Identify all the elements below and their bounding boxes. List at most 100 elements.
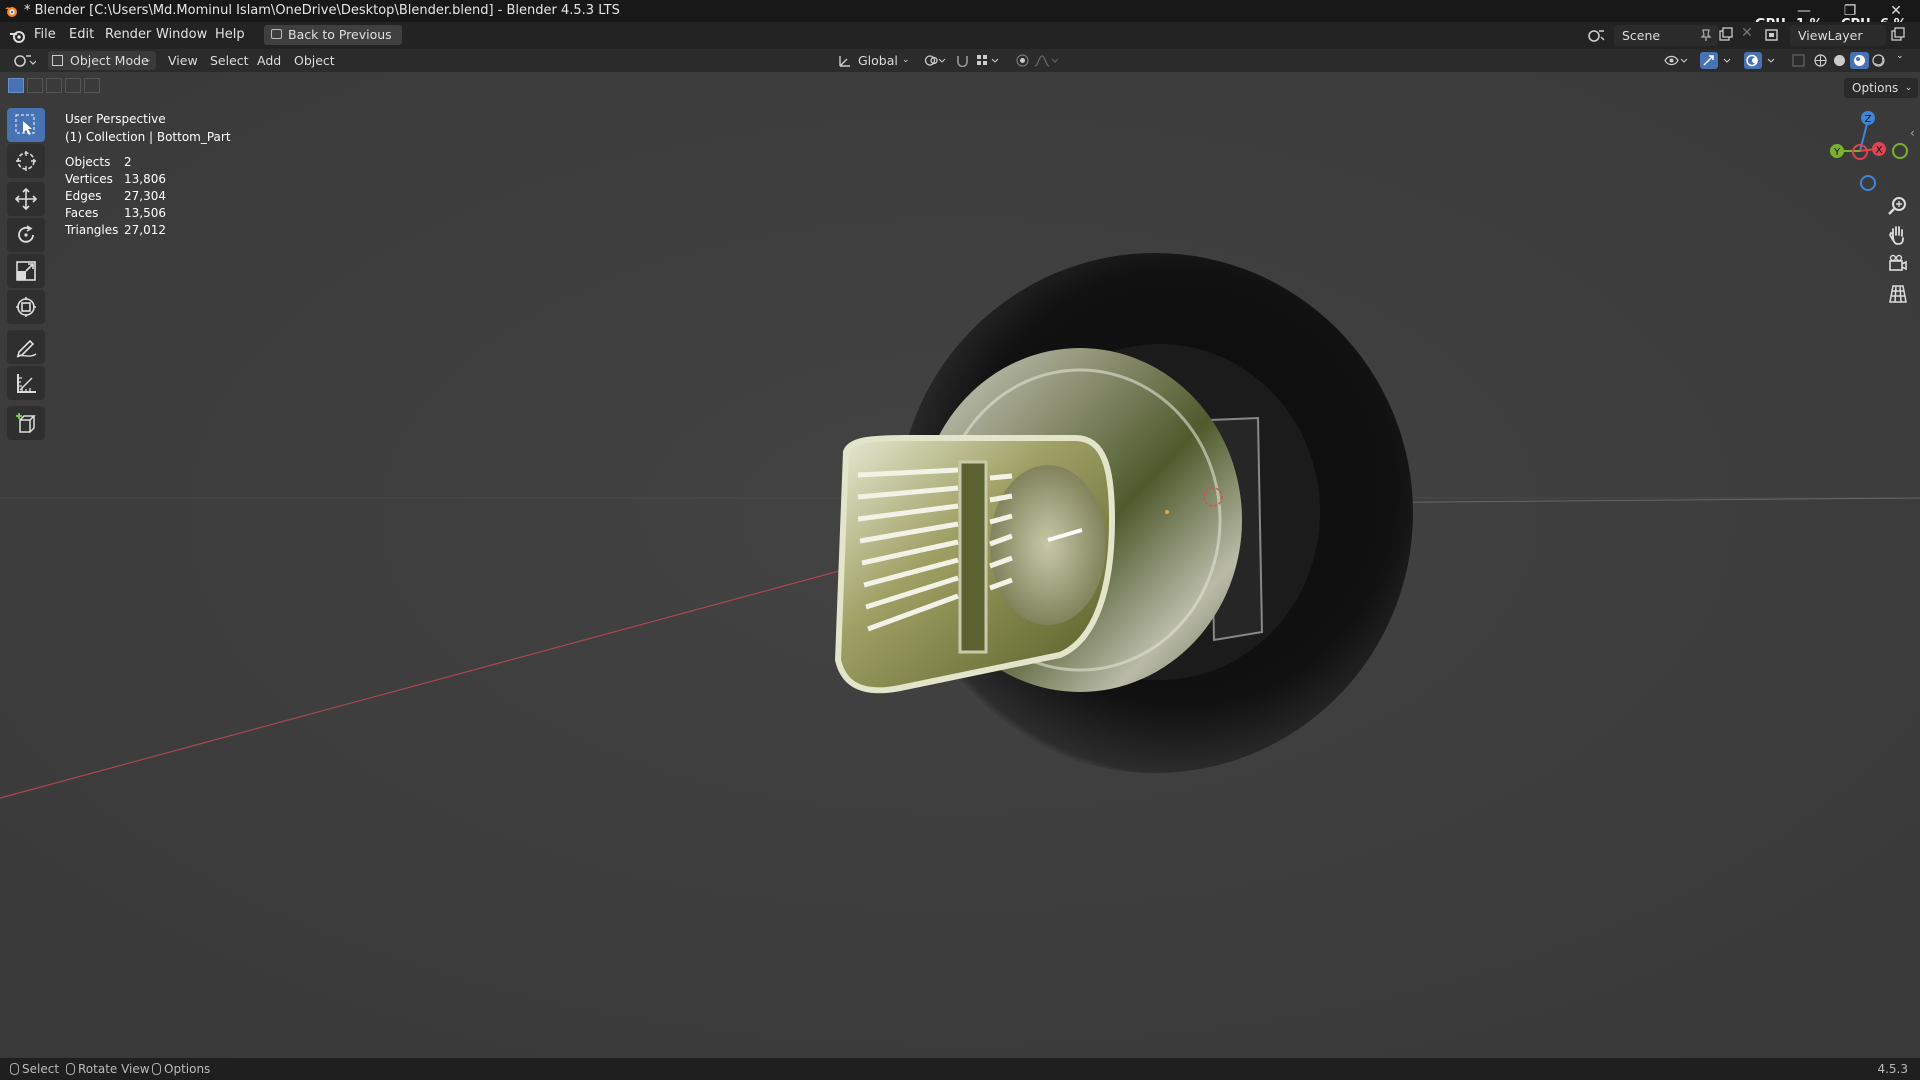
active-collection-label: (1) Collection | Bottom_Part (65, 130, 231, 144)
move-icon (15, 188, 37, 210)
transform-orientation-dropdown[interactable]: Global ⌄ (838, 51, 914, 70)
toggle-perspective-button[interactable] (1884, 280, 1912, 308)
menu-render[interactable]: Render (105, 27, 151, 42)
falloff-icon[interactable] (1034, 54, 1060, 67)
version-label: 4.5.3 (1877, 1062, 1908, 1076)
status-select-label: Select (22, 1062, 60, 1076)
measure-tool[interactable] (7, 366, 45, 400)
stat-value: 27,304 (124, 189, 166, 203)
camera-view-button[interactable] (1884, 250, 1912, 278)
stat-value: 13,506 (124, 206, 166, 220)
rotate-tool[interactable] (7, 218, 45, 252)
scene-icon[interactable] (1586, 27, 1606, 43)
mouse-middle-icon (66, 1063, 75, 1075)
annotate-tool[interactable] (7, 330, 45, 364)
status-options-label: Options (164, 1062, 211, 1076)
orientation-icon (839, 56, 850, 67)
menu-select[interactable]: Select (210, 51, 249, 70)
overlays-toggle-icon[interactable] (1744, 52, 1780, 69)
stat-label: Triangles (65, 223, 119, 237)
select-extend-icon[interactable] (27, 78, 43, 93)
zoom-view-button[interactable] (1884, 192, 1912, 220)
pivot-point-icon[interactable] (924, 54, 946, 67)
view-layer-icon[interactable] (1764, 27, 1786, 43)
cursor-tool[interactable] (7, 144, 45, 178)
model-core (990, 465, 1106, 625)
gizmo-y-label: Y (1833, 147, 1841, 158)
select-box-tool[interactable] (7, 108, 45, 142)
viewport-options-button[interactable]: Options ⌄ (1844, 78, 1919, 98)
new-scene-icon[interactable] (1718, 27, 1734, 43)
menu-window[interactable]: Window (156, 27, 207, 42)
chevron-down-icon: ⌄ (902, 55, 910, 65)
rotate-icon (18, 225, 34, 243)
grid-perspective-icon (1889, 285, 1907, 303)
menu-edit[interactable]: Edit (69, 27, 94, 42)
xray-toggle-icon[interactable] (1792, 54, 1805, 67)
orientation-label: Global (858, 53, 898, 68)
rendered-shading-icon[interactable] (1872, 54, 1885, 67)
status-select-hint: Select (10, 1058, 59, 1080)
object-mode-label: Object Mode (70, 53, 149, 68)
transform-tool[interactable] (7, 290, 45, 324)
gizmo-x-label: X (1876, 145, 1883, 156)
scale-tool[interactable] (7, 254, 45, 288)
snap-icon[interactable] (956, 54, 969, 67)
view-layer-name: ViewLayer (1798, 28, 1863, 43)
gizmo-neg-z-axis[interactable] (1860, 175, 1876, 191)
viewport-3d[interactable] (0, 72, 1920, 1058)
editor-type-icon[interactable] (12, 53, 36, 69)
select-subtract-icon[interactable] (46, 78, 62, 93)
blender-menu-icon[interactable] (9, 28, 26, 43)
status-bar: Select Rotate View Options 4.5.3 (0, 1058, 1920, 1080)
solid-shading-icon[interactable] (1833, 54, 1846, 67)
back-to-previous-label: Back to Previous (288, 27, 392, 42)
new-view-layer-icon[interactable] (1890, 27, 1906, 43)
menu-object[interactable]: Object (294, 51, 335, 70)
pin-icon[interactable] (1700, 29, 1712, 42)
snap-target-icon[interactable] (976, 54, 1002, 67)
shading-options-chevron-icon[interactable]: ⌄ (1896, 51, 1904, 61)
back-to-previous-button[interactable]: Back to Previous (264, 25, 402, 45)
status-options-hint: Options (152, 1058, 210, 1080)
navigation-gizmo[interactable]: Z Y X (1820, 106, 1916, 196)
zoom-magnifier-icon (1888, 197, 1906, 215)
window-title: * Blender [C:\Users\Md.Mominul Islam\One… (24, 3, 620, 18)
minimize-button[interactable]: — (1784, 0, 1824, 22)
mouse-right-icon (152, 1063, 161, 1075)
proportional-editing-icon[interactable] (1016, 54, 1029, 67)
stat-value: 2 (124, 155, 132, 169)
chevron-down-icon: ⌄ (1904, 83, 1913, 93)
scene-selector[interactable]: Scene (1614, 25, 1718, 46)
perspective-label: User Perspective (65, 112, 166, 126)
object-mode-dropdown[interactable]: Object Mode ⌄ (48, 51, 156, 70)
visibility-eye-icon[interactable] (1664, 54, 1690, 67)
stat-label: Vertices (65, 172, 113, 186)
pan-view-button[interactable] (1884, 221, 1912, 249)
gizmo-z-label: Z (1865, 114, 1872, 125)
viewport-header: Object Mode ⌄ View Select Add Object Glo… (0, 49, 1920, 72)
view-layer-selector[interactable]: ViewLayer (1790, 25, 1886, 46)
select-invert-icon[interactable] (65, 78, 81, 93)
menu-add[interactable]: Add (257, 51, 281, 70)
add-cube-tool[interactable] (7, 406, 45, 440)
wireframe-shading-icon[interactable] (1814, 54, 1827, 67)
model-center-bar (958, 460, 988, 654)
cursor-icon (16, 151, 36, 171)
delete-scene-icon[interactable]: ✕ (1741, 25, 1753, 41)
move-tool[interactable] (7, 182, 45, 216)
object-mode-icon (52, 55, 63, 66)
material-preview-shading-icon[interactable] (1850, 52, 1869, 69)
gizmo-toggle-icon[interactable] (1700, 52, 1736, 69)
menu-view[interactable]: View (168, 51, 198, 70)
maximize-button[interactable]: ❐ (1830, 0, 1870, 22)
close-button[interactable]: ✕ (1876, 0, 1916, 22)
annotate-pencil-icon (16, 339, 37, 358)
gizmo-neg-y-axis[interactable] (1892, 143, 1908, 159)
select-intersect-icon[interactable] (84, 78, 100, 93)
menu-help[interactable]: Help (215, 27, 245, 42)
menu-bar: File Edit Render Window Help Back to Pre… (0, 22, 1920, 49)
menu-file[interactable]: File (34, 27, 56, 42)
select-new-icon[interactable] (8, 78, 24, 93)
measure-ruler-icon (17, 374, 36, 393)
